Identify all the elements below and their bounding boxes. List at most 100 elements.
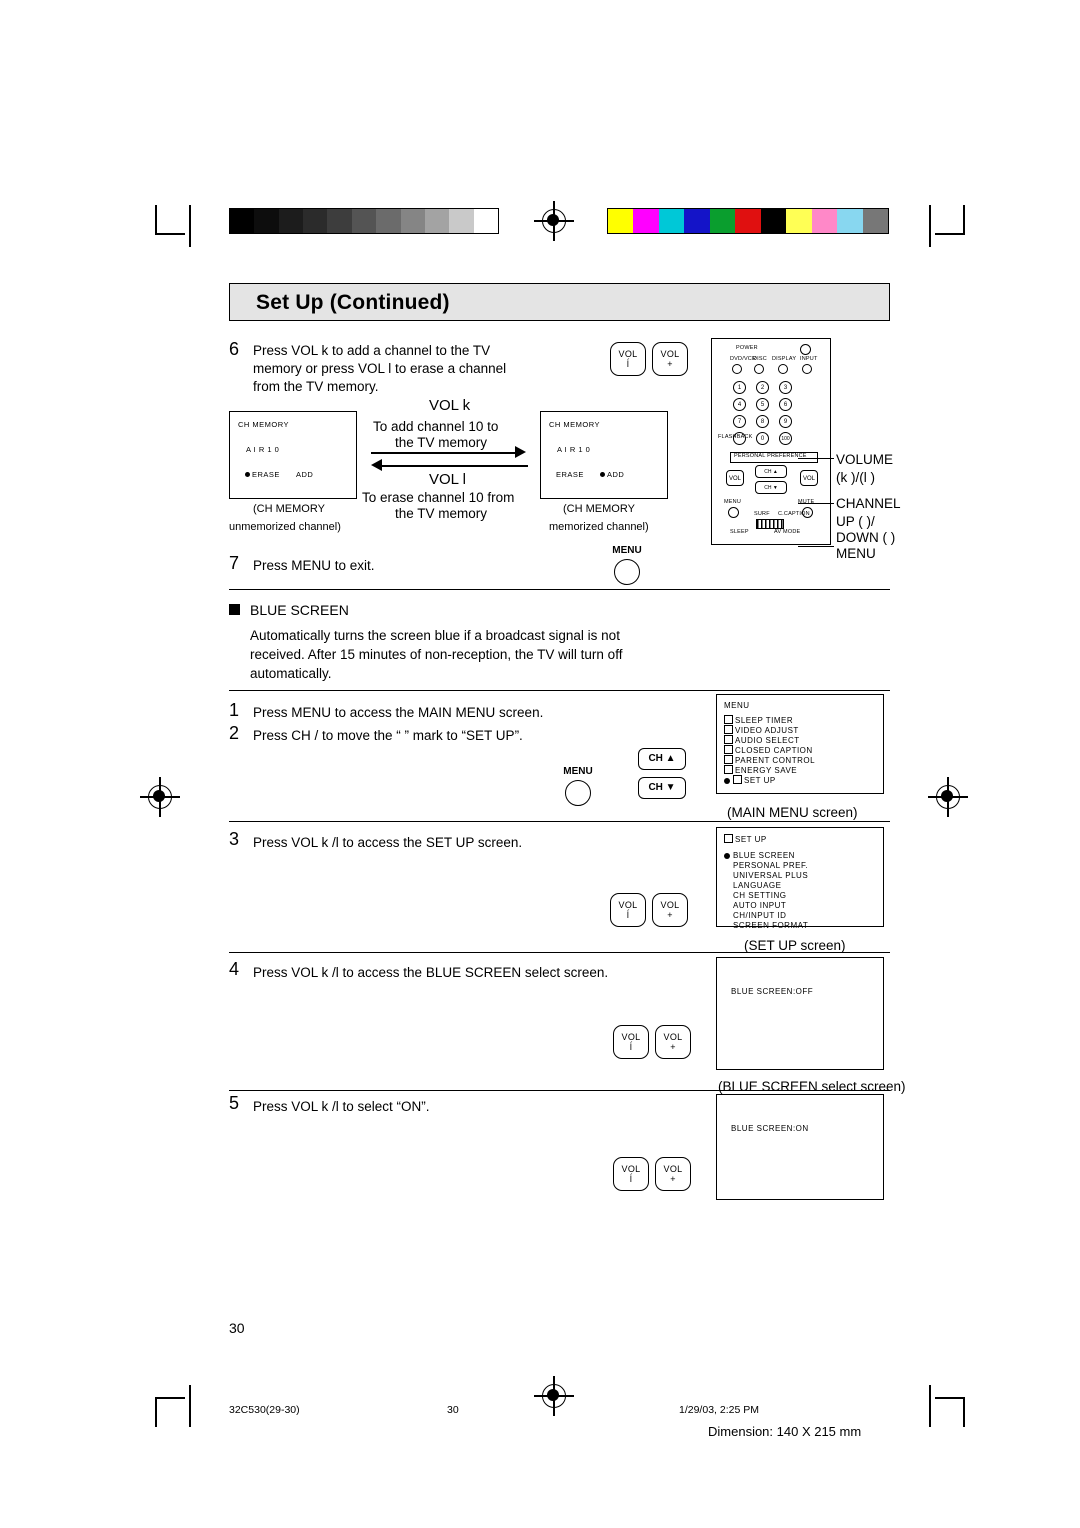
remote-disc-label: DISC	[753, 356, 767, 362]
remote-ch-down-button[interactable]: CH ▼	[755, 481, 787, 494]
set-up-selection-marker	[724, 853, 730, 859]
main-menu-item-4: PARENT CONTROL	[724, 755, 815, 765]
set-up-item-0: BLUE SCREEN	[724, 851, 795, 860]
remote-power-button[interactable]	[800, 344, 811, 355]
set-up-item-4: CH SETTING	[733, 891, 787, 900]
ch-memory-left-header: CH MEMORY	[238, 420, 290, 429]
step-4-text: Press VOL k /l to access the BLUE SCREEN…	[253, 965, 609, 980]
remote-key-5[interactable]: 5	[756, 398, 769, 411]
vol-up-diagram-label: VOL k	[429, 397, 471, 414]
ch-memory-right-add-bullet	[600, 472, 605, 477]
vol-down-button-step6[interactable]: VOL ĺ	[610, 342, 646, 376]
remote-key-4[interactable]: 4	[733, 398, 746, 411]
registration-mark-bottom	[534, 1376, 574, 1416]
remote-input-button[interactable]	[802, 364, 812, 374]
blue-screen-body-l2: received. After 15 minutes of non-recept…	[250, 647, 623, 662]
divider-2	[229, 690, 890, 691]
remote-cc-label: C.CAPTION	[778, 511, 810, 517]
vol-up-label: VOL	[660, 349, 680, 359]
registration-mark-right	[928, 777, 968, 817]
remote-key-6[interactable]: 6	[779, 398, 792, 411]
main-menu-item-2: AUDIO SELECT	[724, 735, 800, 745]
remote-input-label: INPUT	[800, 356, 818, 362]
main-menu-item-1: VIDEO ADJUST	[724, 725, 799, 735]
remote-key-0[interactable]: 0	[756, 432, 769, 445]
step-1-text: Press MENU to access the MAIN MENU scree…	[253, 705, 544, 720]
step-6-line3: from the TV memory.	[253, 379, 379, 394]
step-3-number: 3	[229, 829, 240, 849]
remote-personal-pref-label: PERSONAL PREFERENCE	[734, 453, 807, 459]
menu-icon-set-up-title	[724, 834, 733, 843]
vol-up-button-step5[interactable]: VOL +	[655, 1157, 691, 1191]
step-7-text: Press MENU to exit.	[253, 558, 375, 573]
callout-channel: CHANNEL	[836, 496, 901, 511]
remote-vol-plus-button[interactable]: VOL	[800, 470, 818, 486]
ch-memory-left-erase: ERASE	[252, 470, 280, 479]
divider-5	[229, 1090, 890, 1091]
main-menu-title: MENU	[724, 701, 750, 710]
ch-memory-right-header: CH MEMORY	[549, 420, 601, 429]
vol-down-button-step4[interactable]: VOL ĺ	[613, 1025, 649, 1059]
blue-screen-on-screen: BLUE SCREEN:ON	[716, 1094, 884, 1200]
crop-mark-top-left	[155, 205, 195, 247]
set-up-item-5: AUTO INPUT	[733, 901, 787, 910]
remote-key-9[interactable]: 9	[779, 415, 792, 428]
divider-4	[229, 952, 890, 953]
remote-ch-up-button[interactable]: CH ▲	[755, 465, 787, 478]
page-title: Set Up (Continued)	[229, 283, 890, 321]
vol-up-button-step3[interactable]: VOL +	[652, 893, 688, 927]
crop-mark-bottom-right	[920, 1385, 965, 1427]
remote-display-label: DISPLAY	[772, 356, 797, 362]
remote-key-7[interactable]: 7	[733, 415, 746, 428]
vol-down-button-step5[interactable]: VOL ĺ	[613, 1157, 649, 1191]
callout-line-menu	[798, 546, 834, 547]
remote-menu-button[interactable]	[728, 507, 739, 518]
page-number: 30	[229, 1320, 245, 1336]
menu-icon-parent-control	[724, 755, 733, 764]
blue-screen-select-screen: BLUE SCREEN:OFF	[716, 957, 884, 1070]
left-screen-caption-l2: unmemorized channel)	[229, 521, 341, 533]
step-1-number: 1	[229, 700, 240, 720]
remote-mute-label: MUTE	[798, 499, 815, 505]
remote-avmode-label: AV MODE	[774, 529, 801, 535]
blue-screen-body-l3: automatically.	[250, 666, 332, 681]
vol-up-button-step6[interactable]: VOL +	[652, 342, 688, 376]
arrow-add-line	[371, 452, 517, 454]
footer-right: 1/29/03, 2:25 PM	[679, 1404, 759, 1416]
remote-control-illustration: POWER DVD/VCR DISC DISPLAY INPUT 1 2 3 4…	[711, 338, 831, 545]
footer-left: 32C530(29-30)	[229, 1404, 300, 1416]
crop-mark-bottom-left	[155, 1385, 195, 1427]
remote-vol-minus-button[interactable]: VOL	[726, 470, 744, 486]
menu-icon-closed-caption	[724, 745, 733, 754]
remote-dvdvcr-button[interactable]	[732, 364, 742, 374]
remote-key-1[interactable]: 1	[733, 381, 746, 394]
ch-memory-left-channel: A I R 1 0	[246, 445, 280, 454]
arrow-add-head	[515, 446, 526, 458]
remote-key-8[interactable]: 8	[756, 415, 769, 428]
arrow-erase-head	[371, 459, 382, 471]
main-menu-screen: MENU SLEEP TIMER VIDEO ADJUST AUDIO SELE…	[716, 694, 884, 794]
ch-memory-unmemorized-screen: CH MEMORY A I R 1 0 ERASE ADD	[229, 411, 357, 499]
vol-up-button-step4[interactable]: VOL +	[655, 1025, 691, 1059]
remote-slider[interactable]	[756, 519, 784, 529]
remote-display-button[interactable]	[778, 364, 788, 374]
remote-key-2[interactable]: 2	[756, 381, 769, 394]
remote-key-3[interactable]: 3	[779, 381, 792, 394]
right-screen-caption-l1: (CH MEMORY	[563, 503, 635, 515]
blue-screen-on-line: BLUE SCREEN:ON	[731, 1124, 809, 1133]
step-2-number: 2	[229, 723, 240, 743]
main-menu-item-5: ENERGY SAVE	[724, 765, 797, 775]
remote-flashback-button[interactable]	[733, 432, 746, 445]
grayscale-calibration-bar	[229, 208, 499, 234]
menu-icon-sleep-timer	[724, 715, 733, 724]
menu-button-step1[interactable]	[565, 780, 591, 806]
ch-memory-right-erase: ERASE	[556, 470, 584, 479]
ch-down-button-step2[interactable]: CH ▼	[638, 777, 686, 799]
vol-down-button-step3[interactable]: VOL ĺ	[610, 893, 646, 927]
remote-key-100[interactable]: 100	[779, 432, 792, 445]
menu-button-step7[interactable]	[614, 559, 640, 585]
ch-up-button-step2[interactable]: CH ▲	[638, 748, 686, 770]
remote-disc-button[interactable]	[754, 364, 764, 374]
menu-icon-set-up	[733, 775, 742, 784]
menu-icon-video-adjust	[724, 725, 733, 734]
